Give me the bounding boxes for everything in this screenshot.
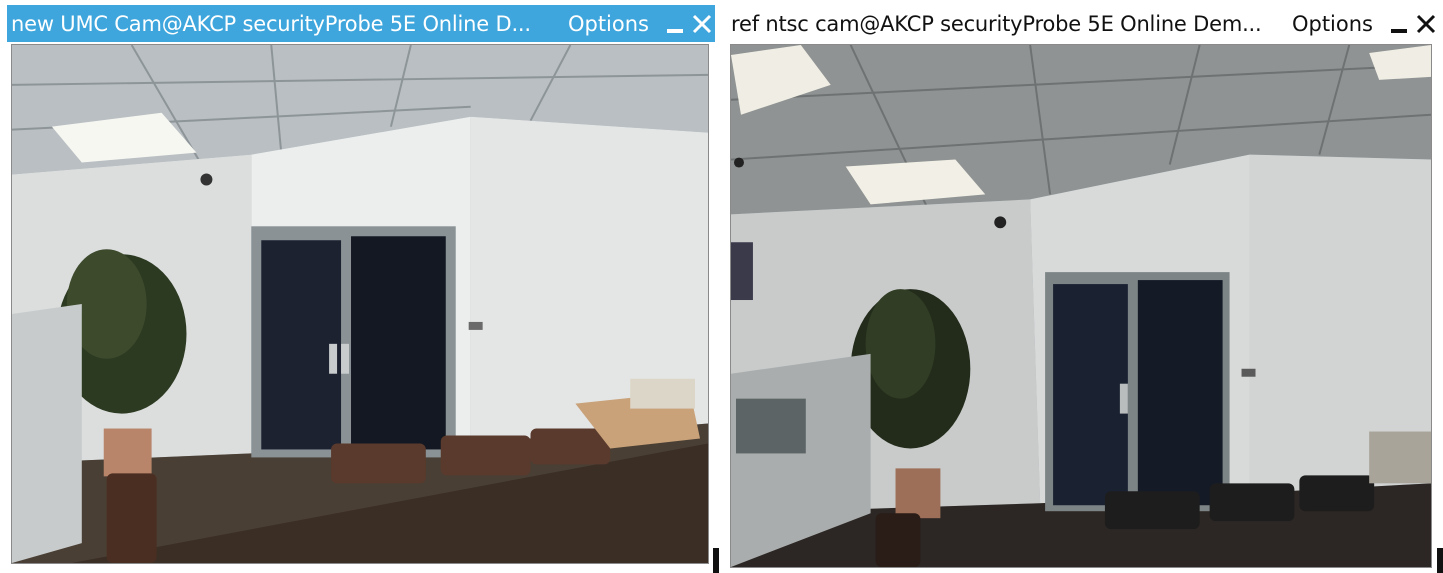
camera-video-feed: [730, 44, 1432, 568]
window-edge: [1437, 548, 1443, 573]
camera-window-left: new UMC Cam@AKCP securityProbe 5E Online…: [0, 0, 720, 573]
window-title: new UMC Cam@AKCP securityProbe 5E Online…: [11, 11, 531, 36]
minimize-icon[interactable]: [663, 9, 689, 39]
window-title: ref ntsc cam@AKCP securityProbe 5E Onlin…: [731, 11, 1262, 36]
window-titlebar[interactable]: new UMC Cam@AKCP securityProbe 5E Online…: [7, 5, 715, 42]
options-button[interactable]: Options: [1292, 12, 1373, 36]
camera-window-right: ref ntsc cam@AKCP securityProbe 5E Onlin…: [723, 0, 1443, 573]
camera-image: [731, 45, 1431, 567]
close-icon[interactable]: [1413, 9, 1439, 39]
camera-video-feed: [11, 44, 709, 564]
window-titlebar[interactable]: ref ntsc cam@AKCP securityProbe 5E Onlin…: [727, 5, 1439, 42]
options-button[interactable]: Options: [568, 12, 649, 36]
camera-image: [12, 45, 708, 563]
close-icon[interactable]: [689, 9, 715, 39]
minimize-icon[interactable]: [1387, 9, 1413, 39]
window-edge: [713, 548, 719, 573]
